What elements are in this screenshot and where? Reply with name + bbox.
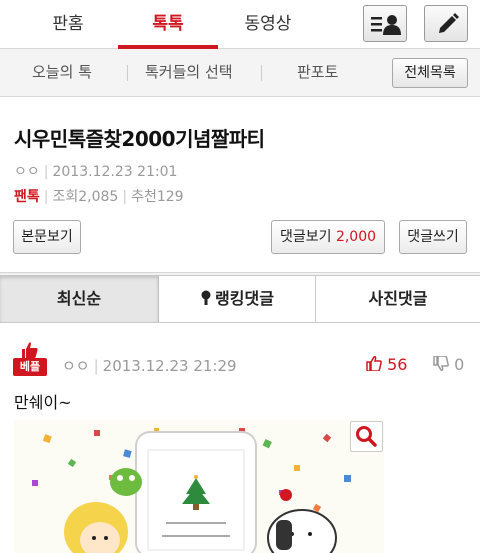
subnav-today-talk[interactable]: 오늘의 톡 [32, 49, 92, 96]
tab-toktok[interactable]: 톡톡 [118, 0, 218, 49]
zoom-button[interactable] [350, 421, 383, 452]
recommend-count: 129 [156, 189, 184, 205]
like-button[interactable]: 56 [366, 355, 407, 374]
post-meta: ㅇㅇ | 2013.12.23 21:01 [14, 164, 178, 180]
tab-video[interactable]: 동영상 [218, 0, 318, 49]
dislike-button[interactable]: 0 [433, 355, 464, 374]
comment-photo[interactable] [14, 420, 384, 553]
view-body-button[interactable]: 본문보기 [13, 220, 81, 254]
sub-navigation: 오늘의 톡 톡커들의 선택 판포토 전체목록 [0, 49, 480, 97]
thumbs-up-icon [366, 356, 382, 372]
comment-meta: ㅇㅇ | 2013.12.23 21:29 [62, 357, 237, 375]
comment-author[interactable]: ㅇㅇ [62, 357, 90, 375]
post-stats: 팬톡 | 조회2,085 | 추천129 [14, 189, 184, 205]
best-comment-badge: 베플 [13, 341, 47, 377]
recommend-label: 추천 [131, 189, 157, 205]
post-header: 시우민톡즐찾2000기념짤파티 ㅇㅇ | 2013.12.23 21:01 팬톡 | 조… [0, 97, 480, 273]
all-list-button[interactable]: 전체목록 [392, 58, 468, 88]
confetti-illustration [14, 420, 384, 553]
trophy-icon [201, 290, 211, 305]
tab-latest[interactable]: 최신순 [0, 276, 159, 322]
views-label: 조회 [52, 189, 79, 205]
tab-photo-comments[interactable]: 사진댓글 [316, 276, 480, 322]
like-count: 56 [387, 355, 408, 374]
post-category[interactable]: 팬톡 [14, 189, 40, 205]
tab-pan-home[interactable]: 판홈 [18, 0, 118, 49]
divider [261, 65, 262, 81]
user-list-icon [371, 15, 401, 35]
best-label: 베플 [13, 358, 47, 376]
comment-count: 2,000 [335, 229, 377, 245]
post-author[interactable]: ㅇㅇ [14, 164, 40, 180]
top-navigation: 판홈 톡톡 동영상 [0, 0, 480, 49]
thumbs-up-icon [22, 342, 38, 358]
views-count: 2,085 [78, 189, 119, 205]
write-button[interactable] [424, 5, 468, 42]
subnav-pan-photo[interactable]: 판포토 [297, 49, 338, 96]
magnifier-icon [356, 426, 377, 447]
write-comment-button[interactable]: 댓글쓰기 [399, 220, 467, 254]
comment-text: 만쉐이~ [14, 393, 72, 412]
subnav-talker-choice[interactable]: 톡커들의 선택 [145, 49, 233, 96]
thumbs-down-icon [433, 355, 449, 371]
post-title: 시우민톡즐찾2000기념짤파티 [14, 127, 265, 151]
divider [127, 65, 128, 81]
tab-ranking-comments[interactable]: 랭킹댓글 [159, 276, 316, 322]
comment-sort-tabs: 최신순 랭킹댓글 사진댓글 [0, 275, 480, 323]
member-list-button[interactable] [363, 5, 407, 42]
dislike-count: 0 [454, 355, 465, 374]
comment-datetime: 2013.12.23 21:29 [102, 357, 237, 375]
tab-ranking-label: 랭킹댓글 [215, 289, 274, 308]
comment-item: 베플 ㅇㅇ | 2013.12.23 21:29 56 0 만쉐이~ [0, 323, 480, 553]
pencil-icon [439, 13, 459, 33]
view-comments-label: 댓글보기 [279, 229, 332, 245]
view-comments-button[interactable]: 댓글보기 2,000 [271, 220, 385, 254]
post-datetime: 2013.12.23 21:01 [52, 164, 178, 180]
